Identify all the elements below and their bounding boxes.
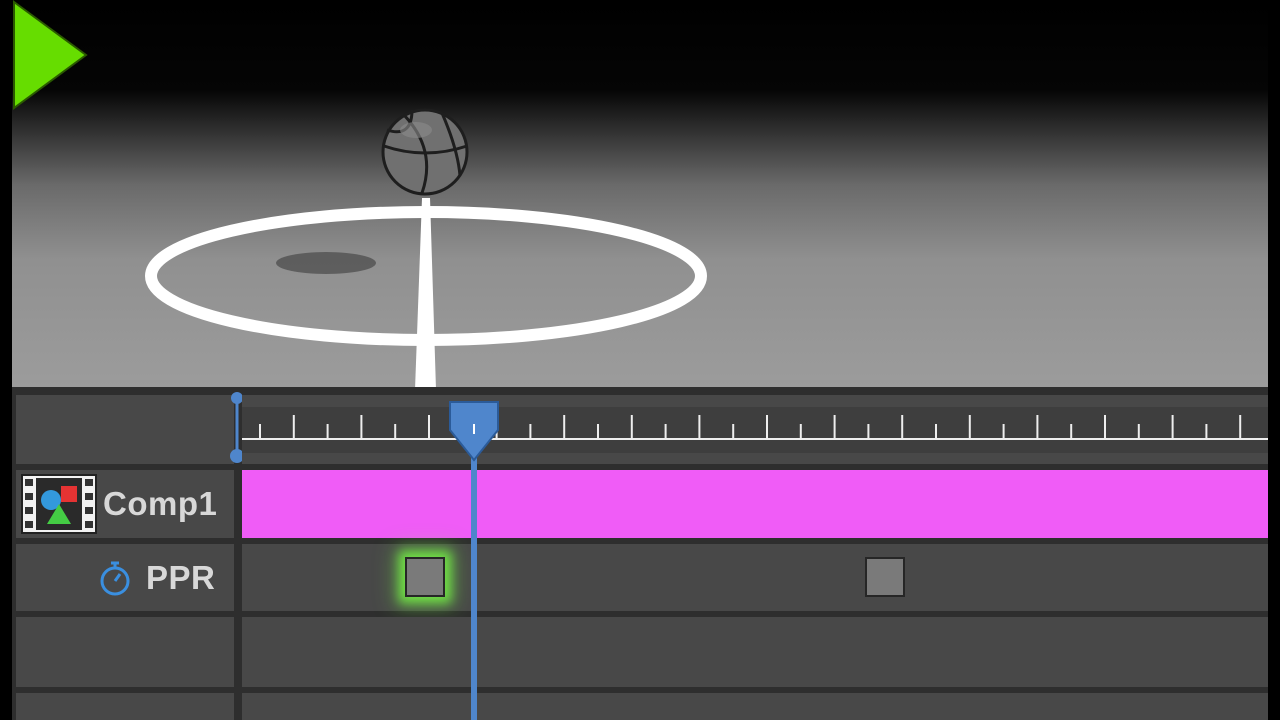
- layer-name-comp1: Comp1: [103, 485, 218, 522]
- playhead-marker-icon[interactable]: [448, 400, 500, 462]
- empty-layer-track: [242, 693, 1268, 720]
- layer-name-ppr: PPR: [146, 558, 216, 596]
- court-scene: [145, 108, 707, 390]
- layer-row-comp1[interactable]: Comp1: [16, 470, 234, 538]
- ball-shadow: [276, 252, 376, 274]
- layer-row-ppr[interactable]: PPR: [16, 544, 234, 611]
- work-area-markers[interactable]: [228, 389, 242, 463]
- composition-icon: [21, 474, 97, 534]
- empty-layer-label: [16, 617, 234, 687]
- court-center-line: [415, 198, 436, 390]
- basketball: [381, 108, 469, 196]
- keyframe-icon[interactable]: [405, 557, 445, 597]
- time-ruler[interactable]: [242, 395, 1268, 464]
- ruler-ticks: [242, 407, 1268, 453]
- empty-layer-track: [242, 617, 1268, 687]
- timeline-header-spacer: [16, 395, 234, 464]
- composition-bar[interactable]: [242, 470, 1268, 538]
- timeline-panel: Comp1 PPR: [12, 387, 1268, 720]
- stopwatch-icon[interactable]: [98, 560, 132, 596]
- playhead-line[interactable]: [471, 458, 477, 720]
- preview-viewport: [12, 0, 1268, 390]
- property-track-ppr[interactable]: [242, 544, 1268, 611]
- keyframe-icon[interactable]: [865, 557, 905, 597]
- empty-layer-label: [16, 693, 234, 720]
- play-icon[interactable]: [12, 0, 92, 110]
- animation-editor: Comp1 PPR: [12, 0, 1268, 720]
